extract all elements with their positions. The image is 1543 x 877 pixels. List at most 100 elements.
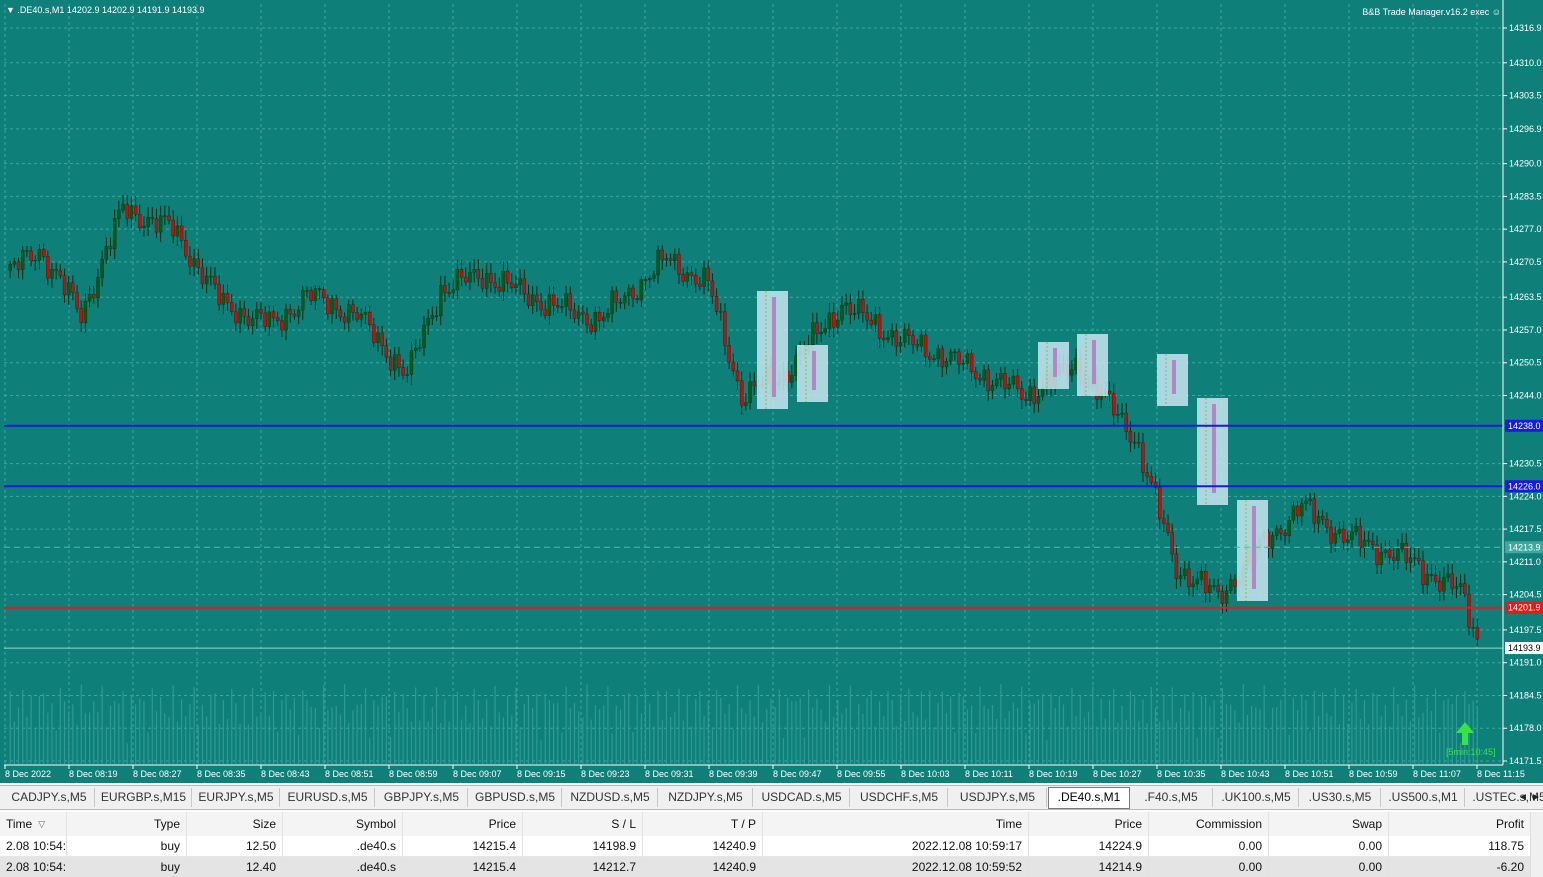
chart-tab[interactable]: .F40.s,M5 [1130,788,1213,807]
tab-scroll-right-icon[interactable]: ► [1531,788,1541,807]
candle [330,298,334,314]
candle [100,259,104,278]
column-header-label: Size [252,817,276,831]
candle [1187,568,1191,587]
chart-tab[interactable]: USDCHF.s,M5 [851,788,948,807]
candle [539,301,543,310]
column-header[interactable]: Size [187,812,283,836]
candle [869,319,873,325]
candle [1295,505,1300,517]
candle [677,253,681,275]
candle [576,311,581,319]
column-header[interactable]: Price [1029,812,1149,836]
candle [1191,583,1195,587]
table-row[interactable]: 2.08 10:54:05buy12.40.de40.s14215.414212… [0,857,1543,877]
price-axis-label: 14224.0 [1509,491,1542,501]
column-header[interactable]: S / L [523,812,643,836]
candle [694,275,698,285]
candle [246,316,251,326]
chart-tab[interactable]: EURJPY.s,M5 [193,788,280,807]
chart-tab[interactable]: USDJPY.s,M5 [949,788,1047,807]
candle [827,312,832,329]
price-highlight-label: 14201.9 [1508,603,1541,613]
candle [397,354,401,368]
time-axis-label: 8 Dec 11:07 [1413,769,1461,779]
candle [556,305,560,308]
candle [1024,399,1028,401]
candle [309,290,313,301]
candle [1015,375,1020,389]
candle [1275,528,1279,536]
candle [907,329,911,336]
column-header[interactable]: Time ▽ [0,812,67,836]
candle [367,312,372,325]
candle [1157,487,1162,520]
candle [12,261,17,265]
time-axis-label: 8 Dec 10:59 [1349,769,1398,779]
candle [685,272,690,282]
column-header[interactable]: Price [403,812,523,836]
candle [83,300,88,324]
candle [1183,568,1187,576]
chart-tab[interactable]: EURGBP.s,M15 [96,788,192,807]
candle [627,287,631,297]
candle [355,312,359,320]
candle [739,380,744,406]
table-cell: .de40.s [283,836,403,856]
candle [150,217,155,219]
candle [1174,553,1179,579]
candle [1400,543,1404,550]
candle [1128,431,1133,443]
candle [1412,557,1417,559]
candle [811,322,815,346]
candle [41,248,46,257]
column-header[interactable]: Time [763,812,1029,836]
candle [1425,574,1429,585]
chart-tab[interactable]: .DE40.s,M1 [1048,787,1130,809]
trade-history-table: Time ▽ Type Size Symbol Price S / L T / P Time Pr… [0,812,1543,877]
chart-tab[interactable]: GBPUSD.s,M5 [469,788,562,807]
candle [192,258,196,267]
chart-tab[interactable]: .US500.s,M1 [1382,788,1465,807]
table-cell: -6.20 [1389,857,1531,877]
candle [108,246,113,250]
column-header[interactable]: Profit [1389,812,1531,836]
candle [543,308,547,316]
candle [409,350,414,375]
candle [1195,579,1200,585]
candle [1036,396,1041,404]
candle [234,311,238,324]
table-scrollbar[interactable] [1530,812,1543,877]
table-cell: 14214.9 [1029,857,1149,877]
column-header[interactable]: T / P [643,812,763,836]
price-highlight-label: 14238.0 [1508,421,1541,431]
chart-tab[interactable]: USDCAD.s,M5 [754,788,850,807]
candle [62,275,67,296]
table-row[interactable]: 2.08 10:54:05buy12.50.de40.s14215.414198… [0,836,1543,857]
column-header[interactable]: Symbol [283,812,403,836]
chart-tab[interactable]: NZDUSD.s,M5 [563,788,658,807]
candle [447,292,451,294]
candle [112,218,117,250]
candle [326,297,330,314]
chart-tab[interactable]: .US30.s,M5 [1300,788,1381,807]
chart-tab[interactable]: CADJPY.s,M5 [4,788,95,807]
chart-tab[interactable]: NZDJPY.s,M5 [659,788,753,807]
candle [568,293,572,311]
chart-tab[interactable]: GBPJPY.s,M5 [376,788,468,807]
chart-canvas[interactable]: 14316.9 14310.0 14303.5 14296.9 14290.0 14283… [0,0,1543,783]
chart-tab[interactable]: EURUSD.s,M5 [281,788,375,807]
chart-tab[interactable]: .UK100.s,M5 [1214,788,1299,807]
column-header[interactable]: Swap [1269,812,1389,836]
candle [280,320,284,331]
price-chart[interactable]: 14316.9 14310.0 14303.5 14296.9 14290.0 14283… [0,0,1543,783]
candle [1224,590,1229,604]
candle [58,270,63,276]
column-header[interactable]: Type [67,812,187,836]
candle [999,373,1003,380]
table-cell: 2022.12.08 10:59:17 [763,836,1029,856]
column-header[interactable]: Commission [1149,812,1269,836]
tab-scroll-left-icon[interactable]: ◄ [1518,788,1528,807]
candle [551,294,556,306]
price-axis-label: 14316.9 [1509,23,1542,33]
